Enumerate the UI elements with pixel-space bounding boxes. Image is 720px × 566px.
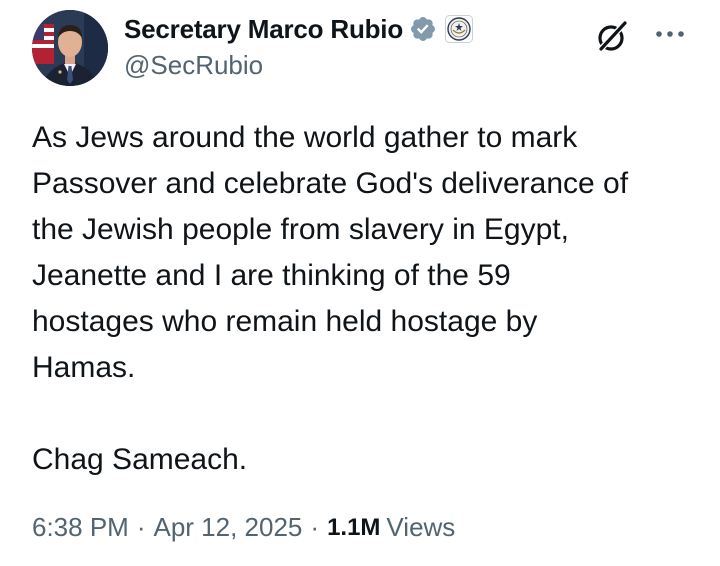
post-date[interactable]: Apr 12, 2025 xyxy=(154,512,303,543)
meta-separator: · xyxy=(310,512,320,542)
avatar-image xyxy=(32,10,108,86)
author-handle[interactable]: @SecRubio xyxy=(124,50,263,81)
verified-badge-icon[interactable] xyxy=(409,15,437,43)
views-count[interactable]: 1.1M xyxy=(327,514,380,542)
post-meta: 6:38 PM · Apr 12, 2025 · 1.1M Views xyxy=(32,512,455,543)
tweet: Secretary Marco Rubio @SecRubio As Jews … xyxy=(0,0,720,566)
more-dots-icon[interactable] xyxy=(652,20,688,48)
department-of-state-seal-icon[interactable] xyxy=(445,15,474,43)
post-text: As Jews around the world gather to mark … xyxy=(32,121,629,476)
views-label[interactable]: Views xyxy=(386,512,455,543)
grok-icon[interactable] xyxy=(592,16,632,56)
author-name-row: Secretary Marco Rubio xyxy=(124,12,474,46)
avatar[interactable] xyxy=(32,10,108,86)
author-display-name[interactable]: Secretary Marco Rubio xyxy=(124,14,403,45)
post-time[interactable]: 6:38 PM xyxy=(32,512,129,543)
meta-separator: · xyxy=(136,512,146,542)
